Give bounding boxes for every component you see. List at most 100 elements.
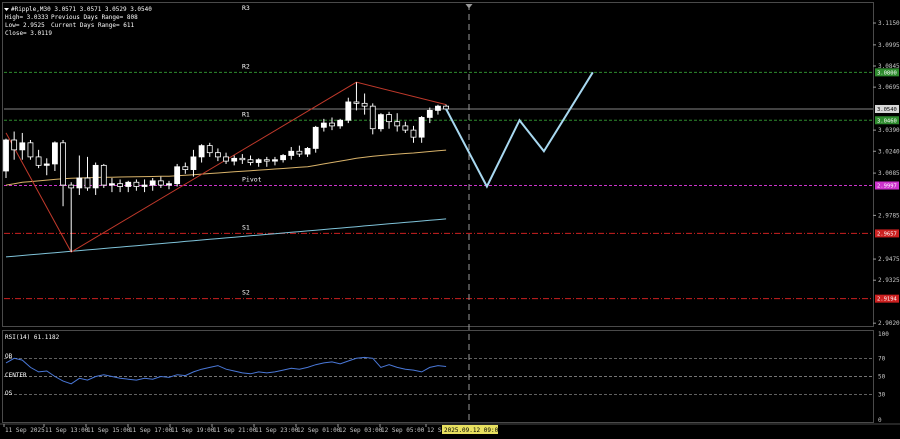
previous-range-info: Previous Days Range= 808 <box>51 14 138 21</box>
rsi-tick-label: 100 <box>878 331 889 338</box>
candle-body <box>280 155 287 161</box>
rsi-center-label: CENTER <box>5 372 27 379</box>
price-axis: 3.1150 3.0995 3.0845 3.0695 3.0390 3.0240 3.00… <box>873 20 900 327</box>
time-tick-label: 11 Sep 2025 <box>5 427 45 434</box>
candle-body <box>182 166 189 170</box>
price-tick-label: 3.1150 <box>878 20 900 27</box>
candle-body <box>369 105 376 130</box>
candle-body <box>418 117 425 138</box>
candle-body <box>92 164 99 189</box>
close-info: Close= 3.0119 <box>5 30 52 37</box>
time-tick-label: 11 Sep 17:00 <box>129 427 173 434</box>
level-price-text-pivot: 2.9997 <box>877 184 897 190</box>
current-time-label: 2025.09.12 09:00 <box>444 427 502 434</box>
low-info: Low= 2.9525 <box>5 22 45 29</box>
level-label-r2: R2 <box>242 62 250 70</box>
chart-background <box>0 0 900 439</box>
price-tick-label: 3.0995 <box>878 42 900 49</box>
candle-body <box>19 142 26 151</box>
candle-body <box>141 184 148 187</box>
candle-body <box>239 157 246 161</box>
candle-body <box>166 183 172 186</box>
price-tick-label: 2.9020 <box>878 320 900 327</box>
candle-body <box>353 101 360 104</box>
candle-body <box>60 142 66 186</box>
price-tick-label: 2.9475 <box>878 256 900 263</box>
time-tick-label: 12 Sep 03:00 <box>339 427 383 434</box>
current-price-text: 3.0540 <box>877 107 897 113</box>
time-tick-label: 12 Sep 05:00 <box>381 427 425 434</box>
rsi-tick-label: 0 <box>878 417 882 424</box>
candle-body <box>377 114 384 130</box>
level-label-pivot: Pivot <box>242 176 262 184</box>
candle-body <box>304 148 311 155</box>
candle-body <box>312 126 319 149</box>
time-tick-label: 11 Sep 21:00 <box>213 427 257 434</box>
price-tick-label: 3.0390 <box>878 127 900 134</box>
candle-body <box>52 142 58 165</box>
rsi-tick-label: 50 <box>878 374 886 381</box>
candle-body <box>320 122 327 128</box>
candle-body <box>157 180 164 186</box>
level-price-text-r2: 3.0800 <box>877 70 897 76</box>
time-tick-label: 11 Sep 19:00 <box>171 427 215 434</box>
candle-body <box>231 157 238 162</box>
candle-body <box>223 156 229 162</box>
level-price-text-s1: 2.9657 <box>877 231 897 237</box>
candle-body <box>394 121 401 127</box>
price-tick-label: 3.0085 <box>878 170 900 177</box>
price-tick-label: 2.9325 <box>878 277 900 284</box>
rsi-tick-label: 70 <box>878 355 886 362</box>
candle-body <box>288 150 295 156</box>
candle <box>377 113 384 132</box>
candle-body <box>76 177 83 189</box>
level-label-r3: R3 <box>242 4 250 12</box>
candle-body <box>386 114 392 123</box>
candle-body <box>329 122 335 127</box>
candle <box>100 163 107 188</box>
symbol-info: #Ripple,M30 3.0571 3.0571 3.0529 3.0540 <box>11 6 152 13</box>
candle-body <box>410 129 417 138</box>
rsi-label: RSI(14) 61.1182 <box>5 334 60 341</box>
candle-body <box>435 105 441 111</box>
candle-body <box>174 166 181 185</box>
price-tick-label: 3.0240 <box>878 148 900 155</box>
time-tick-label: 11 Sep 23:00 <box>255 427 299 434</box>
candle-body <box>443 105 450 110</box>
candle-body <box>198 145 205 158</box>
candle-body <box>426 109 433 118</box>
rsi-os-label: OS <box>5 390 13 397</box>
candle-body <box>100 164 107 186</box>
price-tick-label: 2.9785 <box>878 212 900 219</box>
candle-body <box>361 102 368 107</box>
candle-body <box>43 163 50 166</box>
candle-body <box>296 150 303 155</box>
time-tick-label: 11 Sep 15:00 <box>87 427 131 434</box>
candle-body <box>206 145 213 154</box>
candle-body <box>345 101 352 121</box>
price-tick-label: 3.0845 <box>878 63 900 70</box>
candle-body <box>84 177 91 189</box>
level-label-s1: S1 <box>242 223 250 231</box>
time-tick-label: 11 Sep 13:00 <box>45 427 89 434</box>
candle-body <box>149 180 156 186</box>
candle-body <box>125 181 132 187</box>
level-label-r1: R1 <box>242 110 250 118</box>
time-tick-label: 12 Sep 01:00 <box>297 427 341 434</box>
level-price-text-r1: 3.0460 <box>877 118 897 124</box>
candle-body <box>117 183 123 187</box>
level-label-s2: S2 <box>242 289 250 297</box>
candle-body <box>133 181 140 187</box>
level-price-text-s2: 2.9194 <box>877 297 898 303</box>
candle-body <box>68 184 75 189</box>
candle-body <box>109 183 115 186</box>
candle-body <box>190 156 197 170</box>
candle-body <box>35 156 42 166</box>
trading-chart[interactable]: R3 R2 3.0800 R1 3.0460 Pivot 2.9997 S1 2.9657 S2 2… <box>0 0 900 439</box>
candle-body <box>263 159 270 162</box>
candle <box>312 125 319 153</box>
candle-body <box>27 142 34 158</box>
candle-body <box>337 119 344 127</box>
candle-body <box>402 125 409 131</box>
candle-body <box>3 139 9 172</box>
